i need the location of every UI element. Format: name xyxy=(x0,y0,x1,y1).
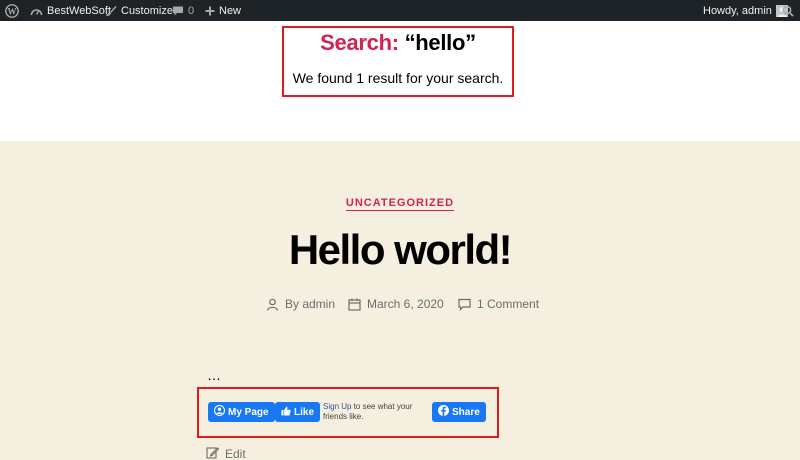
pencil-icon xyxy=(206,446,220,460)
author-text: By admin xyxy=(285,297,336,311)
admin-bar: W BestWebSoft Customize 0 New Howdy, adm… xyxy=(0,0,800,21)
category-link[interactable]: UNCATEGORIZED xyxy=(345,197,455,211)
social-buttons-box: My Page Like Sign Up to see what your fr… xyxy=(197,387,499,438)
profile-icon xyxy=(213,404,226,419)
user-icon xyxy=(266,298,279,311)
like-button[interactable]: Like xyxy=(275,402,321,422)
customize-label: Customize xyxy=(121,4,173,17)
new-content-link[interactable]: New xyxy=(205,0,241,21)
search-prefix: Search: xyxy=(320,30,399,55)
comment-icon xyxy=(172,5,184,17)
facebook-icon xyxy=(438,405,449,419)
edit-label: Edit xyxy=(225,447,246,460)
share-label: Share xyxy=(452,406,480,418)
post-category: UNCATEGORIZED xyxy=(0,193,800,211)
dashboard-icon xyxy=(30,5,43,17)
search-query: “hello” xyxy=(404,30,477,55)
calendar-icon xyxy=(348,298,361,311)
wordpress-logo-icon: W xyxy=(5,3,19,18)
account-menu[interactable]: Howdy, admin xyxy=(703,0,788,21)
search-highlight-box: Search: “hello” We found 1 result for yo… xyxy=(282,26,514,97)
brush-icon xyxy=(105,5,117,17)
my-page-label: My Page xyxy=(228,406,269,418)
post-excerpt: … xyxy=(207,367,222,383)
plus-icon xyxy=(205,6,215,16)
date-text: March 6, 2020 xyxy=(367,297,444,311)
like-signup-text: Sign Up to see what your friends like. xyxy=(323,402,423,422)
comments-text: 1 Comment xyxy=(477,297,540,311)
comments-link[interactable]: 0 xyxy=(172,0,194,21)
my-page-button[interactable]: My Page xyxy=(208,402,275,422)
post-author[interactable]: By admin xyxy=(266,296,335,312)
howdy-label: Howdy, admin xyxy=(703,4,772,17)
wordpress-menu[interactable]: W xyxy=(5,0,19,21)
new-label: New xyxy=(219,4,242,17)
search-header: Search: “hello” We found 1 result for yo… xyxy=(0,21,800,141)
comments-count: 0 xyxy=(188,4,195,17)
share-button[interactable]: Share xyxy=(432,402,486,422)
customize-link[interactable]: Customize xyxy=(105,0,173,21)
admin-search-button[interactable] xyxy=(782,0,794,21)
search-result-count: We found 1 result for your search. xyxy=(292,70,504,86)
like-label: Like xyxy=(294,406,315,418)
search-title: Search: “hello” xyxy=(284,30,512,56)
search-icon xyxy=(782,5,794,17)
thumbs-up-icon xyxy=(281,406,291,419)
post-comments[interactable]: 1 Comment xyxy=(458,296,539,312)
svg-text:W: W xyxy=(8,6,17,16)
post-title[interactable]: Hello world! xyxy=(0,226,800,274)
signup-link[interactable]: Sign Up xyxy=(323,402,351,411)
edit-link[interactable]: Edit xyxy=(206,446,246,460)
post-date[interactable]: March 6, 2020 xyxy=(348,296,444,312)
site-name: BestWebSoft xyxy=(47,4,111,17)
comment-bubble-icon xyxy=(458,298,471,311)
site-name-link[interactable]: BestWebSoft xyxy=(30,0,111,21)
